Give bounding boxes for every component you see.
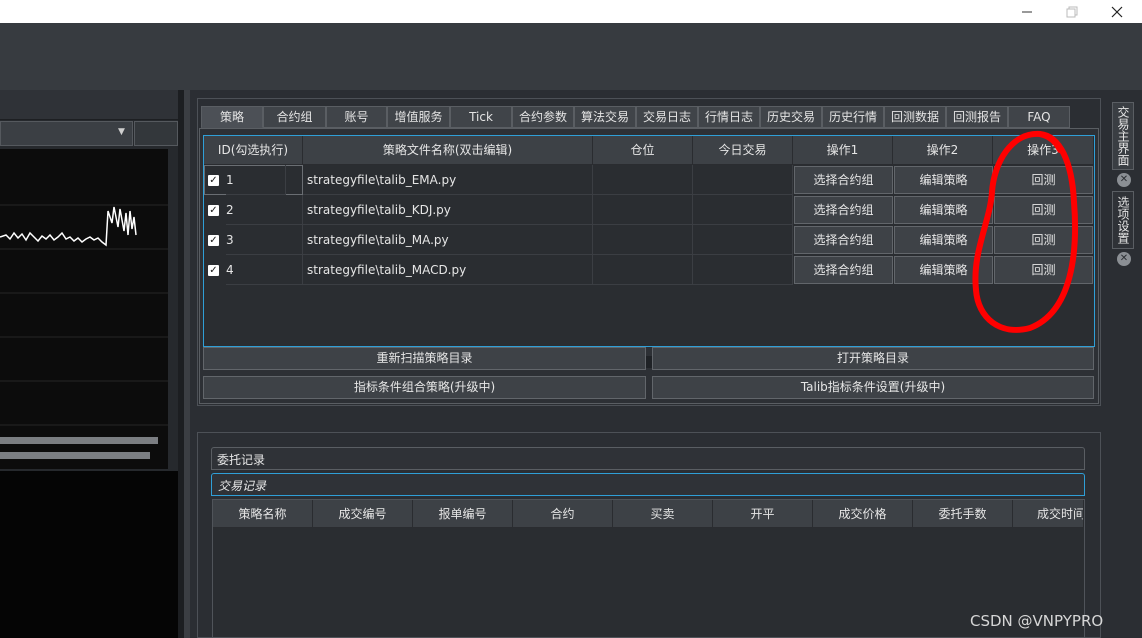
tab-order-records-label: 委托记录 (217, 453, 266, 467)
row-id: 3 (226, 225, 303, 255)
strategy-file-name[interactable]: strategyfile\talib_KDJ.py (303, 195, 593, 225)
restore-icon (1066, 6, 1078, 18)
today-trade-cell (693, 195, 793, 225)
tab-account[interactable]: 账号 (326, 106, 387, 128)
column-header-order-volume[interactable]: 委托手数 (913, 500, 1013, 528)
position-cell (593, 195, 693, 225)
close-icon[interactable]: ✕ (1117, 173, 1131, 187)
column-header-direction[interactable]: 买卖 (613, 500, 713, 528)
column-header-strategy-name[interactable]: 策略名称 (213, 500, 313, 528)
volume-bar (0, 437, 158, 444)
checkbox-checked[interactable]: ✓ (208, 175, 219, 186)
row-id: 4 (226, 255, 303, 285)
position-cell (593, 255, 693, 285)
tab-trade-log[interactable]: 交易日志 (636, 106, 698, 128)
minimize-icon (1022, 11, 1032, 13)
today-trade-cell (693, 255, 793, 285)
splitter-edge (184, 90, 190, 638)
tab-history-trade[interactable]: 历史交易 (760, 106, 822, 128)
toolbar-area (0, 23, 1142, 90)
volume-bar (0, 452, 150, 459)
tab-tick[interactable]: Tick (450, 106, 512, 128)
instrument-combo[interactable] (0, 121, 133, 146)
price-line (0, 206, 137, 247)
checkbox-checked[interactable]: ✓ (208, 265, 219, 276)
today-trade-cell (693, 165, 793, 195)
column-header-offset[interactable]: 开平 (713, 500, 813, 528)
column-header-trade-id[interactable]: 成交编号 (313, 500, 413, 528)
close-icon[interactable]: ✕ (1117, 252, 1131, 266)
close-icon (1111, 6, 1123, 18)
chevron-down-icon: ▼ (118, 127, 125, 137)
position-cell (593, 225, 693, 255)
side-tab-settings[interactable]: 选项设置 (1112, 191, 1134, 249)
column-header-id[interactable]: ID(勾选执行) (204, 136, 303, 165)
column-header-file[interactable]: 策略文件名称(双击编辑) (303, 136, 593, 165)
tab-trade-records[interactable]: 交易记录 (211, 473, 1085, 496)
strategy-file-name[interactable]: strategyfile\talib_MACD.py (303, 255, 593, 285)
annotation-circle (972, 130, 1079, 333)
indicator-chart (0, 471, 178, 638)
tab-trade-records-label: 交易记录 (218, 479, 267, 493)
talib-settings-button[interactable]: Talib指标条件设置(升级中) (652, 376, 1094, 399)
column-header-op1[interactable]: 操作1 (793, 136, 893, 165)
open-strategy-dir-button[interactable]: 打开策略目录 (652, 347, 1094, 370)
combo-strategy-button[interactable]: 指标条件组合策略(升级中) (203, 376, 646, 399)
watermark: CSDN @VNPYPRO (970, 612, 1104, 630)
strategy-file-name[interactable]: strategyfile\talib_EMA.py (303, 165, 593, 195)
column-header-today-trade[interactable]: 今日交易 (693, 136, 793, 165)
tab-market-log[interactable]: 行情日志 (698, 106, 760, 128)
column-header-order-id[interactable]: 报单编号 (413, 500, 513, 528)
left-panel-header (0, 90, 178, 120)
tab-contract-params[interactable]: 合约参数 (512, 106, 574, 128)
row-id: 2 (226, 195, 303, 225)
select-contract-group-button[interactable]: 选择合约组 (794, 256, 893, 284)
tab-backtest-data[interactable]: 回测数据 (884, 106, 946, 128)
close-button[interactable] (1094, 0, 1140, 23)
tab-order-records[interactable]: 委托记录 (211, 447, 1085, 470)
tab-strategy[interactable]: 策略 (201, 106, 263, 128)
minimize-button[interactable] (1004, 0, 1050, 23)
column-header-trade-time[interactable]: 成交时间 (1013, 500, 1084, 528)
today-trade-cell (693, 225, 793, 255)
tab-contract-group[interactable]: 合约组 (263, 106, 326, 128)
tab-value-added[interactable]: 增值服务 (387, 106, 450, 128)
select-contract-group-button[interactable]: 选择合约组 (794, 166, 893, 194)
restore-button[interactable] (1049, 0, 1095, 23)
rescan-strategy-dir-button[interactable]: 重新扫描策略目录 (203, 347, 646, 370)
window-title-bar (0, 0, 1142, 23)
column-header-contract[interactable]: 合约 (513, 500, 613, 528)
side-tab-main[interactable]: 交易主界面 (1112, 102, 1134, 170)
period-field[interactable] (134, 121, 178, 146)
tab-algo-trading[interactable]: 算法交易 (574, 106, 636, 128)
column-header-position[interactable]: 仓位 (593, 136, 693, 165)
position-cell (593, 165, 693, 195)
row-id: 1 (226, 165, 286, 195)
price-chart[interactable] (0, 149, 168, 469)
select-contract-group-button[interactable]: 选择合约组 (794, 196, 893, 224)
column-header-trade-price[interactable]: 成交价格 (813, 500, 913, 528)
price-chart-canvas (0, 204, 168, 426)
checkbox-checked[interactable]: ✓ (208, 205, 219, 216)
strategy-file-name[interactable]: strategyfile\talib_MA.py (303, 225, 593, 255)
tab-history-market[interactable]: 历史行情 (822, 106, 884, 128)
checkbox-checked[interactable]: ✓ (208, 235, 219, 246)
select-contract-group-button[interactable]: 选择合约组 (794, 226, 893, 254)
